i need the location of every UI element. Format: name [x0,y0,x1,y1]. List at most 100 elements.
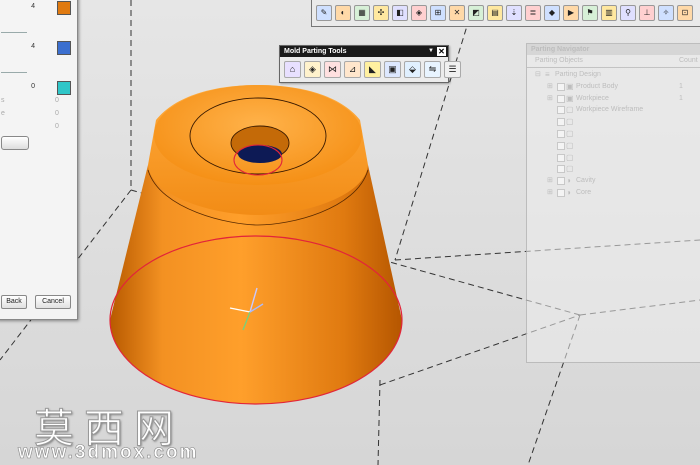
toolbar-button-icon[interactable]: ⊥ [639,4,655,21]
tree-item-count: 1 [679,94,683,102]
object-icon: ▣ [566,81,574,91]
cancel-button[interactable]: Cancel [35,295,71,309]
tree-row[interactable]: ⊞ ◑ Cavity [527,176,700,187]
object-icon: ▢ [566,105,574,115]
object-icon: ▣ [566,93,574,103]
toolbar-button-icon[interactable]: ◩ [468,4,484,21]
column-header-count[interactable]: Count [679,57,698,64]
visibility-checkbox[interactable] [557,153,565,162]
visibility-checkbox[interactable] [557,177,565,186]
swap-model-icon[interactable]: ⇋ [424,61,441,78]
region-icon[interactable]: ⌂ [284,61,301,78]
tree-row[interactable]: ▢ [527,164,700,175]
define-cavity-icon[interactable]: ▣ [384,61,401,78]
dialog-value: 0 [55,97,59,104]
tree-item-count: 1 [679,82,683,90]
tree-row[interactable]: ⊞ ▣ Workpiece 1 [527,94,700,105]
visibility-checkbox[interactable] [557,141,565,150]
toolbar-button-icon[interactable]: ▤ [487,4,503,21]
expand-icon[interactable]: ⊟ [535,70,541,78]
tree-item-label: Parting Design [555,71,601,78]
toolbar-icons: ⌂ ◈ ⋈ ⊿ ◣ ▣ ⬙ ⇋ ☰ [284,61,461,78]
tree-row[interactable]: ▢ [527,141,700,152]
toolbar-button-icon[interactable]: ▥ [601,4,617,21]
toolbar-button-icon[interactable]: ✧ [658,4,674,21]
parting-surface-icon[interactable]: ◣ [364,61,381,78]
tree-row[interactable]: ▢ [527,117,700,128]
back-button[interactable]: Back [1,295,27,309]
object-icon: ▢ [566,129,574,138]
toolbar-button-icon[interactable]: ⚲ [620,4,636,21]
visibility-checkbox[interactable] [557,106,565,115]
toolbar-title: Mold Parting Tools [284,48,347,55]
object-icon: ▢ [566,117,574,127]
tree-row[interactable]: ⊞ ◑ Core [527,188,700,199]
object-icon: ◑ [566,176,571,186]
tree-row[interactable]: ⊞ ▣ Product Body 1 [527,82,700,93]
dialog-row-value: 4 [31,3,35,10]
dialog-row-3: 0 [1,81,71,95]
tree-row[interactable]: ▢ [527,129,700,140]
toolbar-button-icon[interactable]: ✎ [316,4,332,21]
toolbar-button-icon[interactable]: ◧ [392,4,408,21]
object-icon: ▢ [566,164,574,174]
visibility-checkbox[interactable] [557,118,565,127]
tree-item-label: Cavity [576,177,596,185]
close-icon[interactable]: ✕ [437,47,446,56]
tree-item-label: Core [576,189,592,196]
dialog-label: e [1,110,5,117]
navigator-icon[interactable]: ☰ [444,61,461,78]
expand-icon[interactable]: ⊞ [547,94,553,102]
tree-row[interactable]: ⊟ ≡ Parting Design [527,70,700,81]
parting-navigator: Parting Navigator Parting Objects Count … [526,43,700,363]
visibility-checkbox[interactable] [557,94,565,103]
toolbar-button-icon[interactable]: ⚑ [582,4,598,21]
patch-icon[interactable]: ◈ [304,61,321,78]
dialog-row-1: 4 [1,1,71,15]
product-body[interactable] [109,85,403,405]
toolbar-button-icon[interactable]: ⊞ [430,4,446,21]
toolbar-button-icon[interactable]: ▦ [354,4,370,21]
tree-item-label: Workpiece Wireframe [576,106,644,114]
visibility-checkbox[interactable] [557,189,565,197]
toolbar-button-icon[interactable]: ⇣ [506,4,522,21]
toolbar-button-icon[interactable]: ⊡ [677,4,693,21]
toolbar-menu-icon[interactable]: ▼ [428,46,434,57]
expand-icon[interactable]: ⊞ [547,188,553,196]
parting-line-icon[interactable]: ⋈ [324,61,341,78]
dialog-label: s [1,97,5,104]
toolbar-button-icon[interactable]: ◆ [544,4,560,21]
visibility-checkbox[interactable] [557,130,565,138]
tree-item-label: Product Body [576,82,619,90]
tree-item-label: Workpiece [576,94,609,102]
toolbar-title-bar[interactable]: Mold Parting Tools ▼ ✕ [280,46,448,57]
navigator-header: Parting Objects Count [527,55,700,68]
dialog-row-value: 4 [31,43,35,50]
visibility-checkbox[interactable] [557,82,565,91]
object-icon: ≡ [545,70,550,79]
left-dialog: 4 4 0 s 0 e 0 0 Back Cancel [0,0,78,320]
toolbar-button-icon[interactable]: ✣ [373,4,389,21]
visibility-checkbox[interactable] [557,165,565,174]
top-toolbar: ✎ ◐ ▦ ✣ ◧ ◈ ⊞ ✕ ◩ ▤ ⇣ ≣ ◆ ▶ ⚑ ▥ ⚲ ⊥ ✧ ⊡ [311,0,700,27]
toolbar-button-icon[interactable]: ✕ [449,4,465,21]
toolbar-button-icon[interactable]: ▶ [563,4,579,21]
toolbar-button-icon[interactable]: ◐ [335,4,351,21]
watermark-url: www.3dmox.com [18,442,199,464]
tree-row[interactable]: ▢ Workpiece Wireframe [527,105,700,116]
color-swatch[interactable] [57,1,71,15]
expand-icon[interactable]: ⊞ [547,176,553,184]
expand-icon[interactable]: ⊞ [547,82,553,90]
toolbar-button-icon[interactable]: ≣ [525,4,541,21]
color-swatch[interactable] [57,81,71,95]
toolbar-button-icon[interactable]: ◈ [411,4,427,21]
tree-row[interactable]: ▢ [527,153,700,164]
transfer-region-icon[interactable]: ⬙ [404,61,421,78]
column-header-objects[interactable]: Parting Objects [535,57,583,64]
color-swatch[interactable] [57,41,71,55]
edit-parting-icon[interactable]: ⊿ [344,61,361,78]
divider [1,72,27,73]
dialog-button[interactable] [1,136,29,150]
object-icon: ▢ [566,140,574,150]
dialog-value: 0 [55,123,59,130]
